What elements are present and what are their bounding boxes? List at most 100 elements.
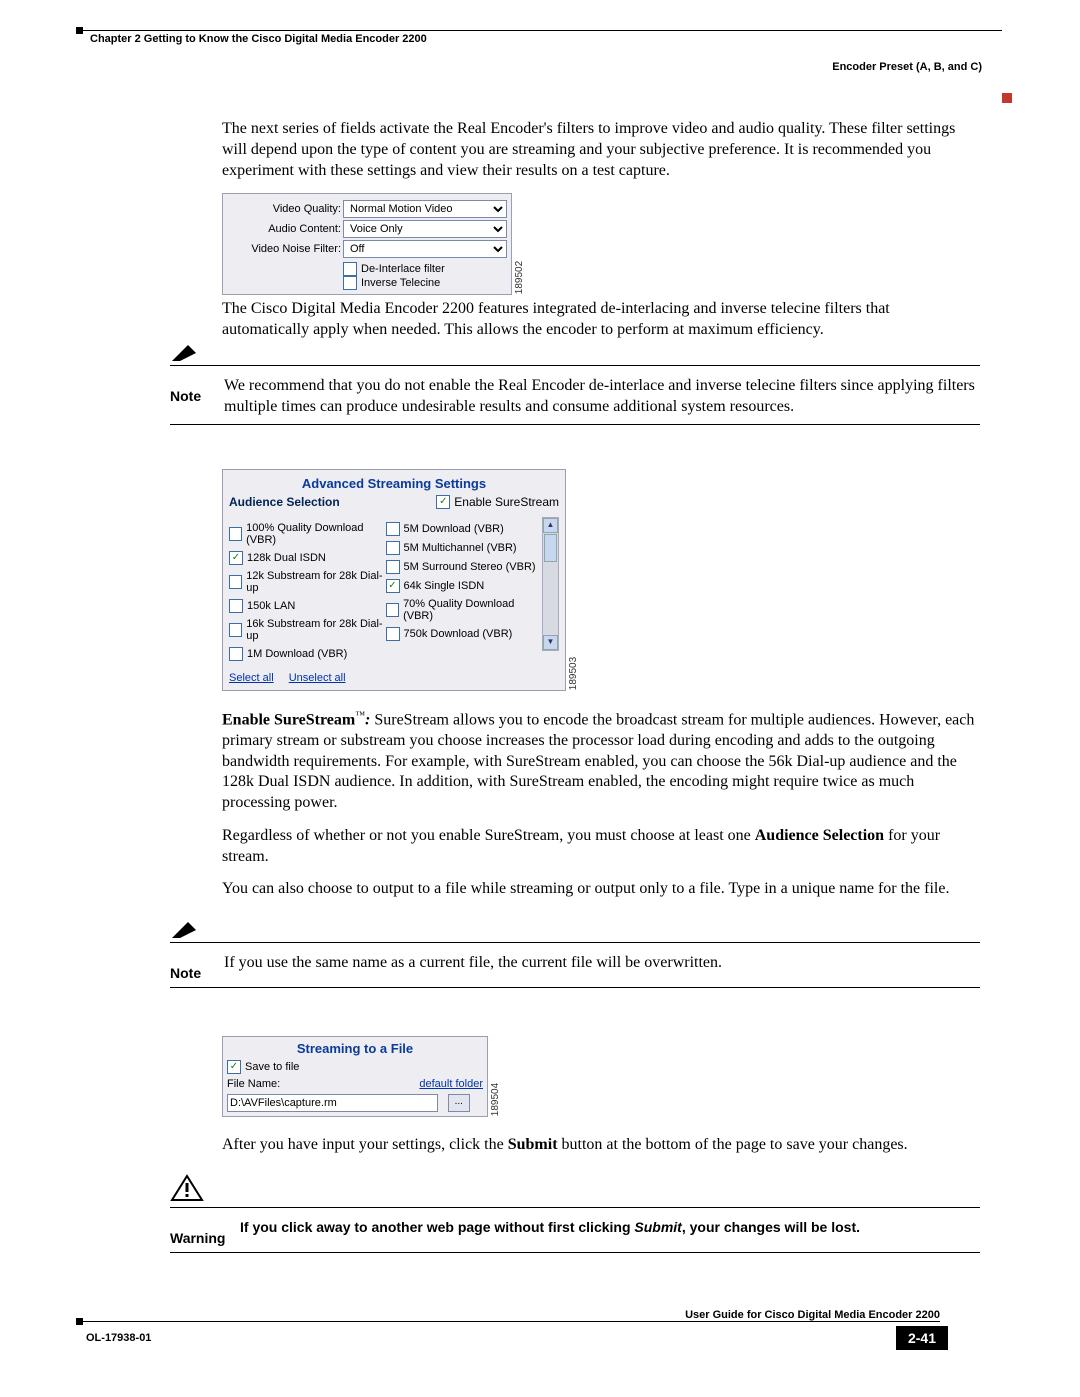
note-label: Note bbox=[170, 388, 210, 404]
audience-option: 12k Substream for 28k Dial-up bbox=[229, 570, 386, 594]
audience-option: 128k Dual ISDN bbox=[229, 551, 386, 565]
surestream-lead: Enable SureStream bbox=[222, 711, 355, 728]
figure-title: Advanced Streaming Settings bbox=[229, 476, 559, 491]
audience-option: 5M Download (VBR) bbox=[386, 522, 543, 536]
audience-label: 12k Substream for 28k Dial-up bbox=[246, 570, 385, 594]
paragraph-text: button at the bottom of the page to save… bbox=[558, 1136, 908, 1153]
audience-checkbox[interactable] bbox=[386, 579, 400, 593]
scroll-down-icon[interactable]: ▼ bbox=[543, 635, 558, 650]
audience-checkbox[interactable] bbox=[386, 603, 400, 617]
enable-surestream-checkbox[interactable] bbox=[436, 495, 450, 509]
footer-rule-square bbox=[76, 1318, 83, 1325]
audience-label: 150k LAN bbox=[247, 600, 295, 612]
audience-label: 100% Quality Download (VBR) bbox=[246, 522, 385, 546]
audio-content-select[interactable]: Voice Only bbox=[343, 220, 507, 238]
video-quality-select[interactable]: Normal Motion Video bbox=[343, 200, 507, 218]
note-icon bbox=[170, 341, 198, 365]
body-paragraph: After you have input your settings, clic… bbox=[222, 1135, 980, 1156]
audience-label: 5M Download (VBR) bbox=[404, 523, 504, 535]
select-all-link[interactable]: Select all bbox=[229, 672, 274, 684]
audience-option: 100% Quality Download (VBR) bbox=[229, 522, 386, 546]
video-quality-label: Video Quality: bbox=[227, 203, 343, 215]
audience-checkbox[interactable] bbox=[386, 627, 400, 641]
save-to-file-label: Save to file bbox=[245, 1061, 299, 1073]
audience-label: 5M Surround Stereo (VBR) bbox=[404, 561, 536, 573]
browse-button[interactable]: ... bbox=[448, 1094, 470, 1112]
body-paragraph: Regardless of whether or not you enable … bbox=[222, 826, 980, 868]
body-paragraph: The next series of fields activate the R… bbox=[222, 119, 980, 181]
audience-label: 16k Substream for 28k Dial-up bbox=[246, 618, 385, 642]
save-to-file-checkbox[interactable] bbox=[227, 1060, 241, 1074]
file-path-input[interactable] bbox=[227, 1094, 438, 1112]
figure-streaming-to-file: Streaming to a File Save to file File Na… bbox=[222, 1036, 488, 1117]
footer-doc-number: OL-17938-01 bbox=[86, 1332, 151, 1344]
file-name-label: File Name: bbox=[227, 1078, 280, 1090]
figure-advanced-streaming: Advanced Streaming Settings Audience Sel… bbox=[222, 469, 566, 691]
submit-bold: Submit bbox=[508, 1136, 558, 1153]
section-header: Encoder Preset (A, B, and C) bbox=[70, 61, 982, 73]
warning-text: If you click away to another web page wi… bbox=[226, 1218, 980, 1236]
figure-id: 189504 bbox=[490, 1083, 501, 1116]
note-text: If you use the same name as a current fi… bbox=[210, 953, 980, 974]
note-icon bbox=[170, 918, 198, 942]
figure-id: 189503 bbox=[568, 656, 579, 689]
trademark-symbol: ™ bbox=[355, 710, 365, 721]
audience-checkbox[interactable] bbox=[229, 551, 243, 565]
warning-text-part: , your changes will be lost. bbox=[682, 1219, 860, 1235]
figure-id: 189502 bbox=[514, 261, 525, 294]
figure-video-audio-settings: Video Quality: Normal Motion Video Audio… bbox=[222, 193, 512, 295]
audio-content-label: Audio Content: bbox=[227, 223, 343, 235]
scroll-up-icon[interactable]: ▲ bbox=[543, 518, 558, 533]
warning-label: Warning bbox=[170, 1230, 226, 1246]
enable-surestream-label: Enable SureStream bbox=[454, 495, 559, 509]
body-paragraph: You can also choose to output to a file … bbox=[222, 879, 980, 900]
noise-filter-select[interactable]: Off bbox=[343, 240, 507, 258]
inverse-telecine-checkbox[interactable] bbox=[343, 276, 357, 290]
audience-option: 70% Quality Download (VBR) bbox=[386, 598, 543, 622]
note-text: We recommend that you do not enable the … bbox=[210, 376, 980, 418]
audience-option: 750k Download (VBR) bbox=[386, 627, 543, 641]
audience-label: 128k Dual ISDN bbox=[247, 552, 326, 564]
audience-selection-label: Audience Selection bbox=[229, 495, 340, 509]
scroll-thumb[interactable] bbox=[544, 534, 557, 562]
inverse-telecine-label: Inverse Telecine bbox=[361, 277, 440, 289]
audience-checkbox[interactable] bbox=[386, 560, 400, 574]
audience-checkbox[interactable] bbox=[229, 527, 242, 541]
note-label: Note bbox=[170, 965, 210, 981]
warning-text-part: If you click away to another web page wi… bbox=[240, 1219, 634, 1235]
audience-selection-bold: Audience Selection bbox=[755, 827, 884, 844]
audience-label: 64k Single ISDN bbox=[404, 580, 485, 592]
body-paragraph: Enable SureStream™: SureStream allows yo… bbox=[222, 709, 980, 814]
deinterlace-label: De-Interlace filter bbox=[361, 263, 445, 275]
audience-checkbox[interactable] bbox=[229, 599, 243, 613]
audience-option: 16k Substream for 28k Dial-up bbox=[229, 618, 386, 642]
audience-label: 1M Download (VBR) bbox=[247, 648, 347, 660]
audience-checkbox[interactable] bbox=[229, 575, 242, 589]
audience-label: 70% Quality Download (VBR) bbox=[403, 598, 542, 622]
audience-option: 5M Multichannel (VBR) bbox=[386, 541, 543, 555]
audience-label: 750k Download (VBR) bbox=[404, 628, 513, 640]
deinterlace-checkbox[interactable] bbox=[343, 262, 357, 276]
default-folder-link[interactable]: default folder bbox=[419, 1078, 483, 1090]
warning-icon bbox=[170, 1174, 206, 1207]
unselect-all-link[interactable]: Unselect all bbox=[289, 672, 346, 684]
audience-option: 150k LAN bbox=[229, 599, 386, 613]
audience-checkbox[interactable] bbox=[386, 541, 400, 555]
scrollbar[interactable]: ▲ ▼ bbox=[542, 517, 559, 651]
header-accent-square bbox=[1002, 93, 1012, 103]
audience-checkbox[interactable] bbox=[229, 647, 243, 661]
chapter-header: Chapter 2 Getting to Know the Cisco Digi… bbox=[90, 33, 1010, 45]
page-number: 2-41 bbox=[896, 1326, 948, 1350]
audience-option: 64k Single ISDN bbox=[386, 579, 543, 593]
footer-guide-title: User Guide for Cisco Digital Media Encod… bbox=[70, 1309, 940, 1321]
audience-checkbox[interactable] bbox=[229, 623, 242, 637]
audience-option: 1M Download (VBR) bbox=[229, 647, 386, 661]
body-paragraph: The Cisco Digital Media Encoder 2200 fea… bbox=[222, 299, 980, 341]
audience-option: 5M Surround Stereo (VBR) bbox=[386, 560, 543, 574]
warning-submit-italic: Submit bbox=[634, 1219, 681, 1235]
header-rule-square bbox=[76, 27, 83, 34]
figure-title: Streaming to a File bbox=[227, 1041, 483, 1056]
audience-checkbox[interactable] bbox=[386, 522, 400, 536]
paragraph-text: Regardless of whether or not you enable … bbox=[222, 827, 755, 844]
noise-filter-label: Video Noise Filter: bbox=[227, 243, 343, 255]
